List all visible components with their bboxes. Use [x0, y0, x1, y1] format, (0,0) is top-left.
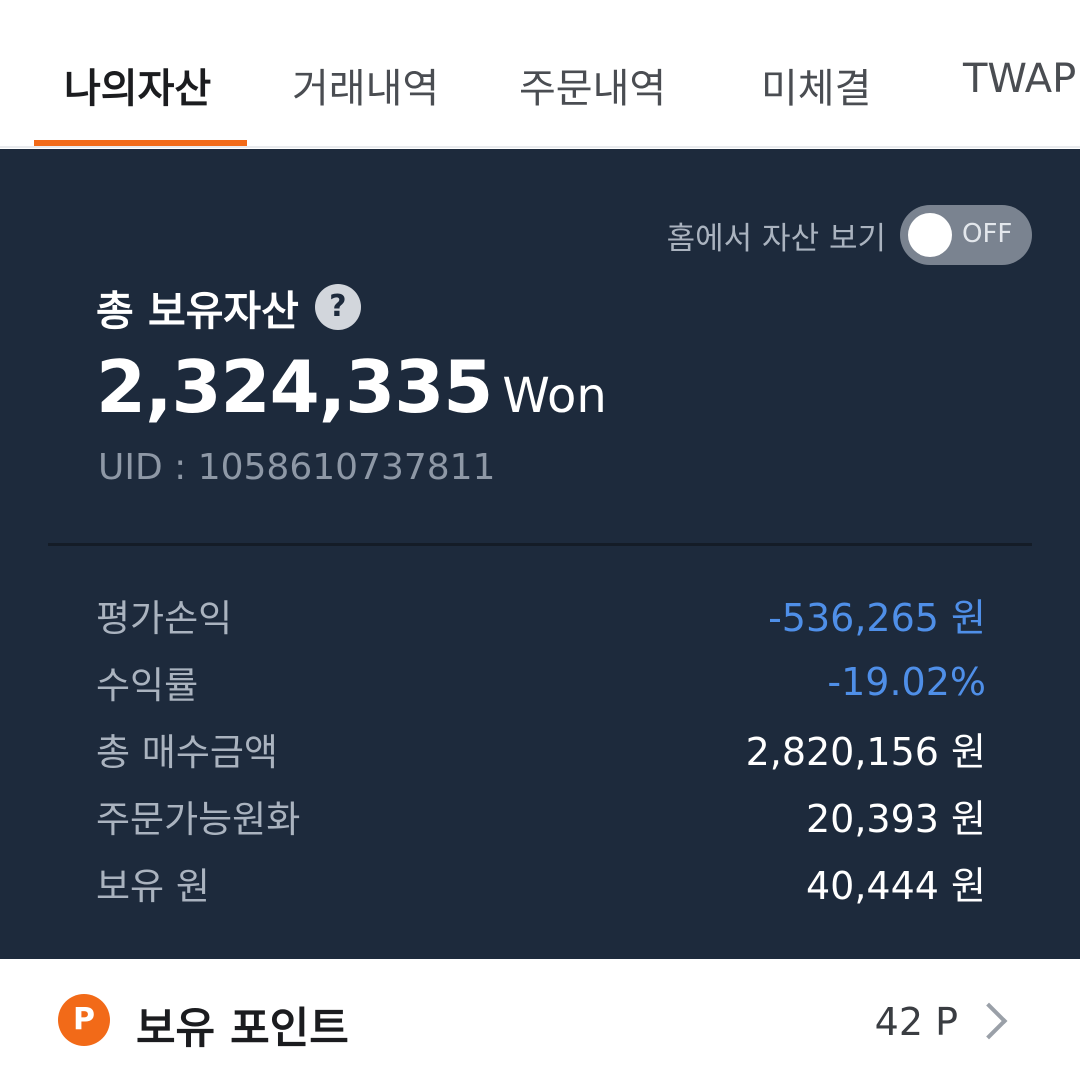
divider	[48, 543, 1032, 546]
show-on-home-toggle[interactable]: OFF	[900, 205, 1032, 265]
chevron-right-icon[interactable]	[970, 1002, 1008, 1040]
stat-value: 40,444 원	[805, 864, 986, 908]
stat-label: 평가손익	[96, 596, 233, 640]
stat-row-orderable-krw: 주문가능원화 20,393 원	[96, 782, 986, 849]
stat-label: 수익률	[96, 663, 199, 707]
tab-my-assets[interactable]: 나의자산	[64, 56, 211, 114]
stat-label: 총 매수금액	[96, 730, 278, 774]
toggle-knob	[908, 213, 952, 257]
show-on-home-label: 홈에서 자산 보기	[666, 220, 886, 257]
toggle-state-text: OFF	[962, 219, 1013, 249]
tab-order-history[interactable]: 주문내역	[519, 56, 666, 114]
stat-row-pnl: 평가손익 -536,265 원	[96, 581, 986, 648]
tab-unfilled[interactable]: 미체결	[761, 56, 871, 114]
show-on-home-row: 홈에서 자산 보기 OFF	[667, 205, 1032, 265]
stat-value: 20,393 원	[805, 797, 986, 841]
asset-summary-panel: 홈에서 자산 보기 OFF 총 보유자산 ? 2,324,335 Won UID…	[0, 149, 1080, 959]
stat-row-return-rate: 수익률 -19.02%	[96, 648, 986, 715]
stat-value: -19.02%	[827, 659, 986, 704]
active-tab-indicator	[34, 140, 247, 146]
stat-row-total-purchase: 총 매수금액 2,820,156 원	[96, 715, 986, 782]
asset-stats: 평가손익 -536,265 원 수익률 -19.02% 총 매수금액 2,820…	[96, 581, 986, 916]
question-icon[interactable]: ?	[314, 284, 361, 330]
stat-value: 2,820,156 원	[745, 730, 986, 774]
uid-text: UID : 1058610737811	[98, 447, 496, 488]
total-assets-label: 총 보유자산	[96, 287, 299, 335]
tab-bar: 나의자산 거래내역 주문내역 미체결 TWAP	[0, 0, 1080, 148]
total-assets-value: 2,324,335	[96, 345, 493, 429]
points-value: 42 P	[874, 1000, 958, 1044]
points-row[interactable]: P 보유 포인트 42 P	[0, 960, 1080, 1080]
total-assets-amount: 2,324,335 Won	[96, 345, 607, 429]
tab-twap[interactable]: TWAP	[963, 56, 1076, 102]
points-icon: P	[58, 994, 110, 1046]
total-assets-header: 총 보유자산 ?	[96, 277, 361, 337]
stat-value: -536,265 원	[768, 596, 986, 640]
tab-trade-history[interactable]: 거래내역	[292, 56, 439, 114]
stat-row-krw-held: 보유 원 40,444 원	[96, 849, 986, 916]
total-assets-unit: Won	[502, 368, 607, 424]
stat-label: 주문가능원화	[96, 797, 301, 841]
points-label: 보유 포인트	[136, 1004, 349, 1054]
stat-label: 보유 원	[96, 864, 210, 908]
